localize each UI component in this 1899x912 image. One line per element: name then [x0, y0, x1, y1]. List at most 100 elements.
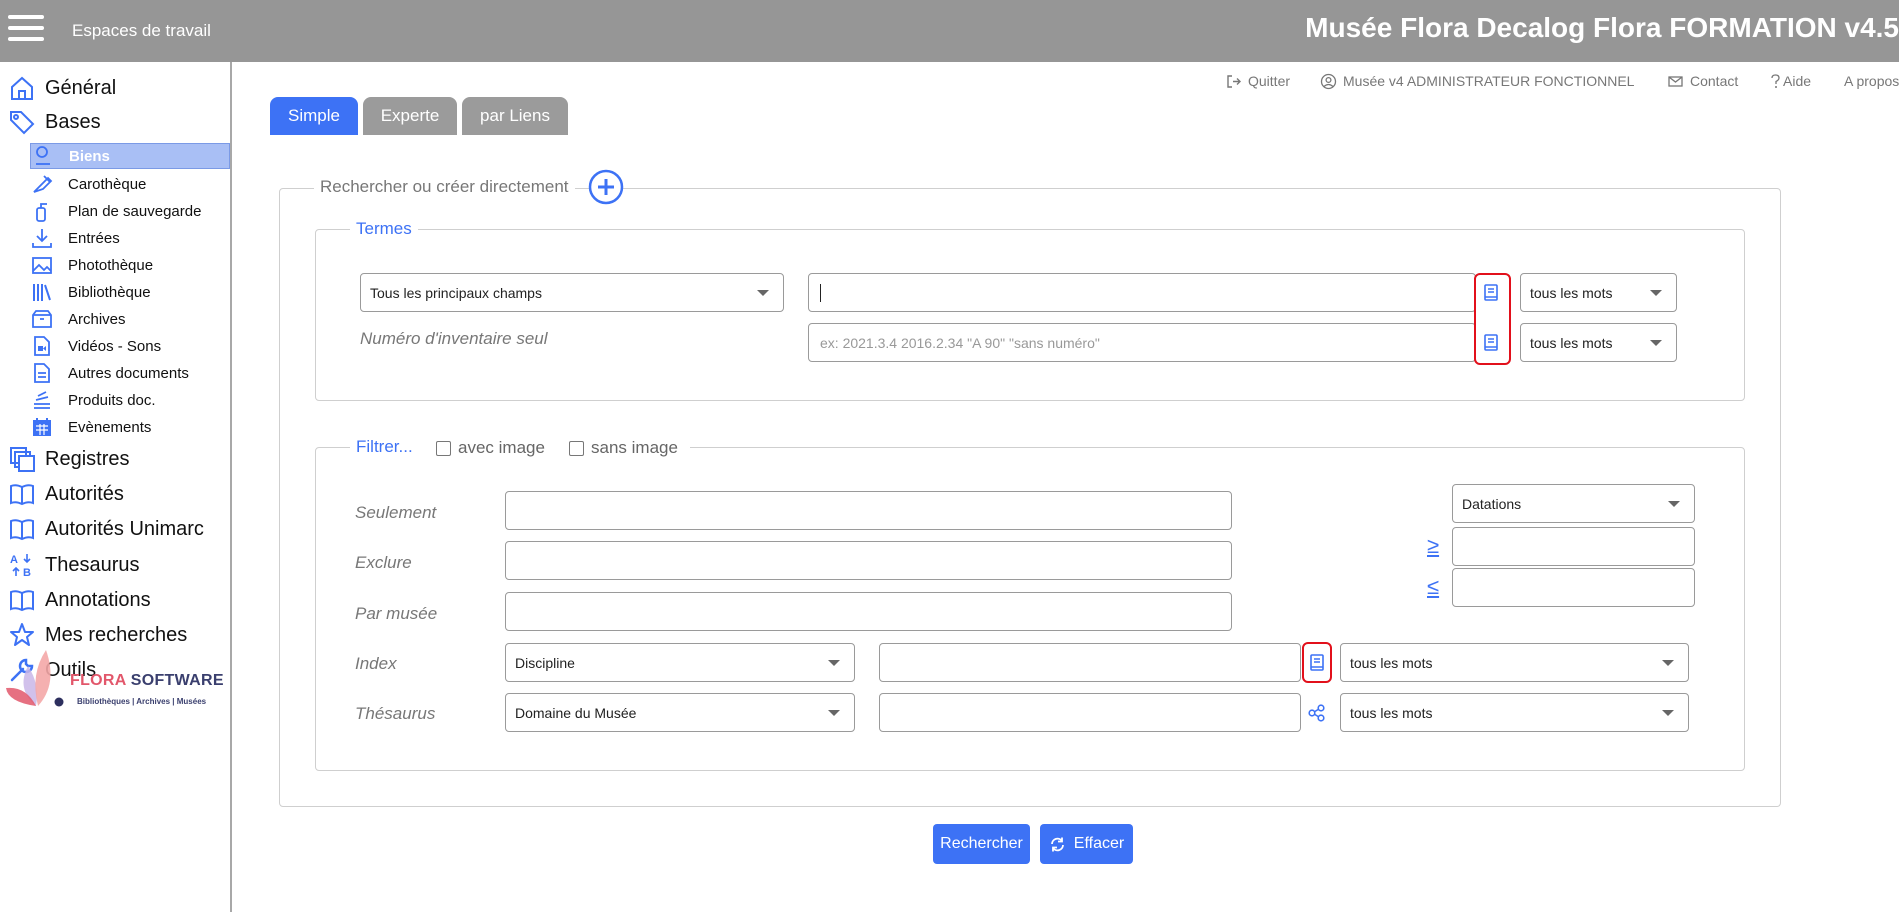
sidebar-item-phototheque[interactable]: Photothèque: [30, 252, 230, 278]
museum-input[interactable]: [505, 592, 1232, 631]
terms-input[interactable]: [808, 273, 1476, 312]
sidebar-item-autres-documents[interactable]: Autres documents: [30, 360, 230, 386]
user-icon: [1320, 73, 1337, 89]
sidebar-item-carotheque[interactable]: Carothèque: [30, 171, 230, 197]
workspaces-link[interactable]: Espaces de travail: [72, 21, 211, 41]
document-icon: [34, 363, 50, 383]
sort-alpha-icon: AB: [10, 554, 31, 579]
lte-toggle[interactable]: ≤: [1427, 574, 1439, 600]
books-icon: [33, 284, 51, 301]
share-nodes-icon[interactable]: [1304, 700, 1330, 726]
gte-toggle[interactable]: ≥: [1427, 533, 1439, 559]
refresh-icon: [1050, 837, 1064, 851]
date-from-input[interactable]: [1452, 527, 1695, 566]
inventory-mode-select[interactable]: tous les mots: [1520, 323, 1677, 362]
inventory-label: Numéro d'inventaire seul: [360, 329, 548, 348]
only-label: Seulement: [355, 503, 437, 522]
contact-link[interactable]: Contact: [1667, 72, 1738, 90]
svg-text:B: B: [23, 567, 31, 579]
tab-experte[interactable]: Experte: [363, 97, 457, 135]
field-select[interactable]: Tous les principaux champs: [360, 273, 784, 312]
terms-mode-select[interactable]: tous les mots: [1520, 273, 1677, 312]
sidebar-item-entrees[interactable]: Entrées: [30, 225, 230, 251]
index-mode-select[interactable]: tous les mots: [1340, 643, 1689, 682]
search-legend: Rechercher ou créer directement: [314, 177, 575, 197]
add-circle-icon[interactable]: [588, 169, 624, 205]
sidebar-item-label: Evènements: [68, 418, 152, 436]
sidebar-item-label: Général: [45, 76, 117, 99]
sidebar-item-general[interactable]: Général: [8, 73, 116, 103]
clear-button[interactable]: Effacer: [1040, 824, 1133, 864]
chevron-down-icon: [828, 660, 840, 666]
sidebar-item-label: Carothèque: [68, 175, 147, 193]
registers-icon: [10, 447, 35, 472]
with-image-checkbox[interactable]: [436, 441, 451, 456]
with-image-label: avec image: [458, 438, 545, 457]
sidebar-item-label: Autres documents: [68, 364, 189, 382]
sidebar-item-label: Biens: [69, 147, 110, 165]
user-link[interactable]: Musée v4 ADMINISTRATEUR FONCTIONNEL: [1320, 72, 1634, 90]
exclude-label: Exclure: [355, 553, 412, 572]
envelope-icon: [1668, 75, 1683, 87]
filter-toggle[interactable]: Filtrer...: [356, 437, 413, 456]
question-icon: [1771, 73, 1780, 88]
download-icon: [32, 229, 52, 248]
sidebar-item-archives[interactable]: Archives: [30, 306, 230, 332]
sidebar-item-label: Thesaurus: [45, 553, 140, 576]
thesaurus-mode-select[interactable]: tous les mots: [1340, 693, 1689, 732]
thesaurus-input[interactable]: [879, 693, 1301, 732]
index-label: Index: [355, 654, 397, 673]
terms-fieldset: [315, 229, 1745, 401]
logo-tagline: Bibliothèques | Archives | Musées: [77, 697, 207, 706]
top-bar: Espaces de travail Musée Flora Decalog F…: [0, 0, 1899, 62]
without-image-checkbox[interactable]: [569, 441, 584, 456]
sidebar-item-bibliotheque[interactable]: Bibliothèque: [30, 279, 230, 305]
sidebar-item-label: Entrées: [68, 229, 120, 247]
tag-icon: [10, 111, 35, 135]
tab-par-liens[interactable]: par Liens: [462, 97, 568, 135]
sidebar-item-label: Annotations: [45, 588, 151, 611]
sign-out-icon: [1227, 74, 1241, 88]
thesaurus-select[interactable]: Domaine du Musée: [505, 693, 855, 732]
search-button[interactable]: Rechercher: [933, 824, 1030, 864]
archive-box-icon: [32, 310, 52, 328]
home-icon: [11, 76, 33, 100]
about-link[interactable]: A propos: [1844, 72, 1899, 90]
sidebar-item-plan-de-sauvegarde[interactable]: Plan de sauvegarde: [30, 198, 230, 224]
sidebar-item-registres[interactable]: Registres: [8, 444, 129, 474]
chevron-down-icon: [1662, 710, 1674, 716]
date-to-input[interactable]: [1452, 568, 1695, 607]
help-link[interactable]: Aide: [1770, 72, 1811, 90]
sidebar-item-evenements[interactable]: Evènements: [30, 414, 230, 440]
sidebar-item-produits-doc[interactable]: Produits doc.: [30, 387, 230, 413]
sidebar-item-autorites-unimarc[interactable]: Autorités Unimarc: [8, 514, 204, 544]
book-icon[interactable]: [1478, 330, 1504, 356]
sidebar-item-biens[interactable]: Biens: [30, 143, 230, 169]
thesaurus-label: Thésaurus: [355, 704, 436, 723]
stack-icon: [34, 391, 50, 409]
index-select[interactable]: Discipline: [505, 643, 855, 682]
chevron-down-icon: [757, 290, 769, 296]
book-icon[interactable]: [1478, 280, 1504, 306]
sidebar-item-bases[interactable]: Bases: [8, 107, 101, 137]
sidebar-item-annotations[interactable]: Annotations: [8, 585, 151, 615]
menu-icon[interactable]: [8, 15, 44, 43]
book-icon[interactable]: [1304, 650, 1330, 676]
without-image-label: sans image: [591, 438, 678, 457]
quit-link[interactable]: Quitter: [1225, 72, 1290, 90]
tab-simple[interactable]: Simple: [270, 97, 358, 135]
date-type-select[interactable]: Datations: [1452, 484, 1695, 523]
sidebar-item-label: Vidéos - Sons: [68, 337, 162, 355]
exclude-input[interactable]: [505, 541, 1232, 580]
sidebar-item-label: Autorités: [45, 482, 124, 505]
pen-icon: [33, 175, 53, 193]
extinguisher-icon: [36, 203, 47, 222]
inventory-input[interactable]: ex: 2021.3.4 2016.2.34 "A 90" "sans numé…: [808, 323, 1476, 362]
sidebar-item-label: Produits doc.: [68, 391, 156, 409]
index-input[interactable]: [879, 643, 1301, 682]
sidebar-item-thesaurus[interactable]: AB Thesaurus: [8, 550, 140, 580]
sidebar-item-videos-sons[interactable]: Vidéos - Sons: [30, 333, 230, 359]
only-input[interactable]: [505, 491, 1232, 530]
logo-wordmark: FLORA SOFTWARE: [70, 672, 224, 689]
sidebar-item-autorites[interactable]: Autorités: [8, 479, 124, 509]
